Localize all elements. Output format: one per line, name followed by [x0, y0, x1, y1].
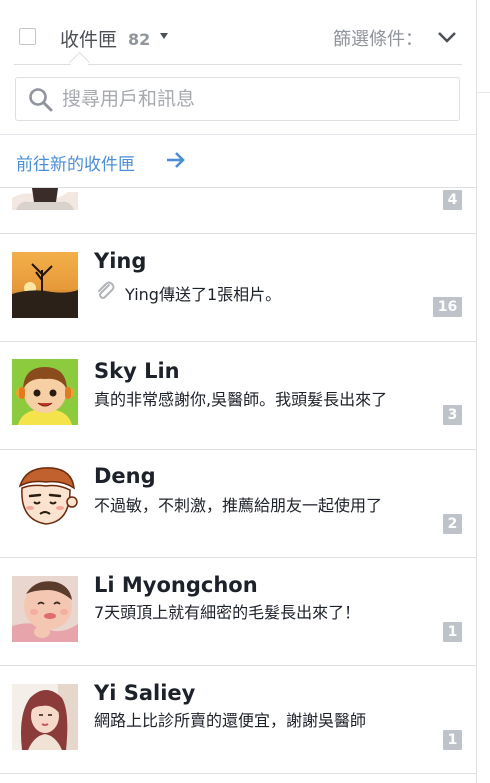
conversation-row[interactable]: Ying Ying傳送了1張相片。 16 — [0, 234, 476, 341]
paperclip-icon — [98, 281, 115, 299]
message-snippet: Ying傳送了1張相片。 — [125, 285, 282, 304]
avatar[interactable] — [12, 188, 78, 210]
inbox-panel: 收件匣 82 篩選條件： 前往新的收件匣 4 — [0, 0, 477, 783]
caret-down-icon[interactable] — [160, 33, 168, 39]
avatar[interactable] — [12, 252, 78, 318]
avatar[interactable] — [12, 359, 78, 425]
message-snippet: 真的非常感謝你,吳醫師。我頭髮長出來了 — [94, 390, 388, 409]
unread-badge: 4 — [443, 190, 462, 210]
unread-badge: 1 — [443, 622, 462, 642]
contact-name: Yi Saliey — [94, 681, 196, 705]
search-box[interactable] — [15, 77, 460, 121]
message-snippet: 不過敏，不刺激，推薦給朋友一起使用了 — [94, 496, 383, 515]
message-snippet: 7天頭頂上就有細密的毛髮長出來了！ — [94, 603, 361, 622]
avatar[interactable] — [12, 464, 78, 530]
contact-name: Deng — [94, 464, 156, 488]
avatar[interactable] — [12, 684, 78, 750]
conversation-row[interactable]: Yi Saliey 網路上比診所賣的還便宜，謝謝吳醫師 1 — [0, 666, 476, 773]
unread-badge: 1 — [443, 730, 462, 750]
right-gutter — [477, 0, 490, 783]
avatar[interactable] — [12, 576, 78, 642]
contact-name: Sky Lin — [94, 359, 180, 383]
unread-badge: 16 — [433, 297, 462, 317]
inbox-count: 82 — [128, 30, 151, 49]
search-divider — [0, 134, 476, 135]
unread-badge: 2 — [443, 514, 462, 534]
select-all-checkbox[interactable] — [19, 28, 36, 45]
row-divider — [0, 773, 476, 774]
inbox-title[interactable]: 收件匣 — [60, 25, 117, 52]
search-icon — [29, 88, 53, 112]
goto-new-inbox-link[interactable]: 前往新的收件匣 — [16, 150, 135, 175]
inbox-header: 收件匣 82 篩選條件： — [0, 0, 476, 66]
conversation-row[interactable]: Li Myongchon 7天頭頂上就有細密的毛髮長出來了！ 1 — [0, 558, 476, 665]
contact-name: Ying — [94, 249, 147, 273]
arrow-right-icon[interactable] — [165, 150, 187, 170]
conversation-row[interactable]: Deng 不過敏，不刺激，推薦給朋友一起使用了 2 — [0, 450, 476, 557]
gutter-divider — [477, 92, 490, 93]
unread-badge: 3 — [443, 405, 462, 425]
message-snippet: 網路上比診所賣的還便宜，謝謝吳醫師 — [94, 711, 367, 730]
filter-label[interactable]: 篩選條件： — [333, 25, 423, 51]
conversation-row[interactable]: Sky Lin 真的非常感謝你,吳醫師。我頭髮長出來了 3 — [0, 342, 476, 449]
contact-name: Li Myongchon — [94, 573, 258, 597]
search-input[interactable] — [62, 86, 442, 112]
chevron-down-icon[interactable] — [437, 30, 457, 44]
